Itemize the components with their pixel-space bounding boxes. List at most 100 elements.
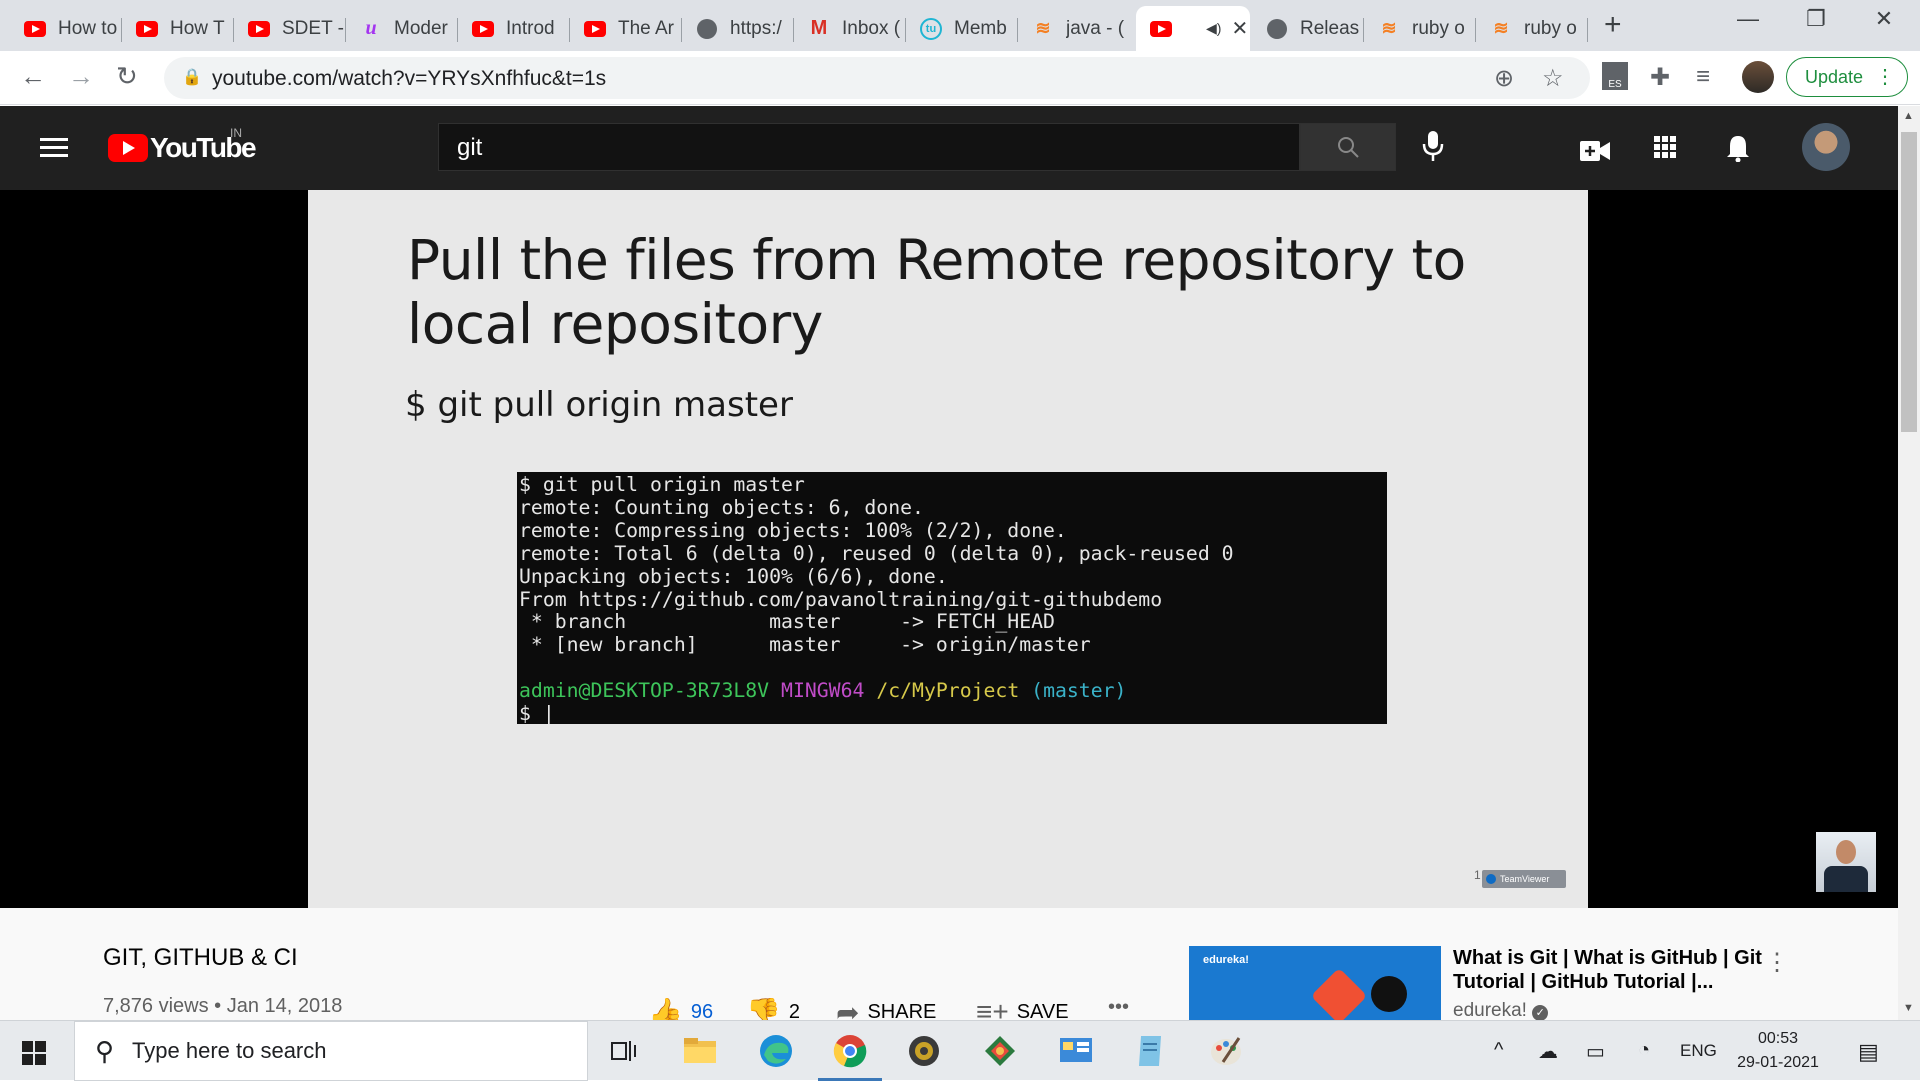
search-button[interactable] [1300,123,1396,171]
profile-avatar[interactable] [1742,61,1774,93]
file-explorer-icon[interactable] [680,1031,720,1071]
paint-app-icon[interactable] [1206,1031,1246,1071]
notifications-bell-icon[interactable] [1726,134,1750,169]
verified-check-icon: ✓ [1532,1005,1549,1021]
browser-tab[interactable]: ≋ ruby o [1476,6,1588,51]
browser-tab[interactable]: SDET - [234,6,346,51]
lock-icon[interactable]: 🔒 [182,67,202,87]
extensions-puzzle-icon[interactable]: ✚ [1650,63,1670,92]
meta-separator: • [208,995,227,1017]
more-actions-button[interactable]: ••• [1108,996,1129,1019]
prompt-branch: (master) [1031,679,1127,703]
browser-tab[interactable]: ≋ ruby o [1364,6,1476,51]
apps-grid-icon[interactable] [1654,136,1676,158]
youtube-logo[interactable]: YouTube IN [108,126,257,164]
browser-tab[interactable]: The Ar [570,6,682,51]
page-scrollbar[interactable]: ▲ ▼ [1898,106,1920,1020]
recommended-video-thumbnail[interactable]: edureka! [1189,946,1441,1020]
terminal-line: remote: Counting objects: 6, done. [519,495,924,519]
youtube-icon [24,18,46,40]
microphone-icon[interactable] [1422,130,1444,169]
onedrive-cloud-icon[interactable]: ☁ [1538,1039,1558,1064]
upload-date: Jan 14, 2018 [226,995,343,1017]
restore-button[interactable]: ❐ [1786,6,1846,32]
wifi-icon[interactable]: ◔ [1638,1039,1650,1062]
search-input[interactable]: git [438,123,1300,171]
extension-badge-label: ES [1608,79,1622,90]
clock-date: 29-01-2021 [1737,1054,1819,1071]
address-bar[interactable]: 🔒 youtube.com/watch?v=YRYsXnfhfuc&t=1s ⊕… [164,57,1590,99]
window-close-button[interactable]: ✕ [1854,6,1914,32]
reload-icon[interactable]: ↻ [116,61,138,92]
edge-browser-icon[interactable] [756,1031,796,1071]
speaker-icon[interactable]: ◀) [1206,20,1221,37]
notepad-app-icon[interactable] [1130,1031,1170,1071]
browser-tab[interactable]: Releas [1252,6,1364,51]
more-vert-icon[interactable]: ⋮ [1765,948,1789,977]
task-view-icon[interactable] [604,1031,644,1071]
youtube-header: YouTube IN git [0,106,1898,190]
close-icon[interactable]: ✕ [1231,16,1248,41]
terminal-line: $ git pull origin master [519,473,805,496]
update-button[interactable]: Update ⋮ [1786,57,1908,97]
battery-icon[interactable]: ▭ [1586,1039,1605,1064]
new-tab-button[interactable]: + [1604,8,1622,42]
tab-title: java - ( [1066,17,1125,39]
taskbar-search-box[interactable]: ⚲ Type here to search [74,1021,588,1081]
browser-tab[interactable]: M Inbox ( [794,6,906,51]
video-player[interactable]: Pull the files from Remote repository to… [0,190,1898,908]
youtube-icon [472,18,494,40]
teamviewer-badge: TeamViewer [1482,870,1566,888]
browser-tab[interactable]: Introd [458,6,570,51]
tab-title: Moder [394,17,448,39]
minimize-button[interactable]: — [1718,6,1778,32]
stackoverflow-icon: ≋ [1493,18,1509,38]
video-meta: 7,876 views • Jan 14, 2018 [103,995,342,1018]
show-hidden-icons-chevron[interactable]: ^ [1494,1039,1503,1062]
install-app-icon[interactable]: ⊕ [1494,64,1514,93]
browser-tab[interactable]: tu Memb [906,6,1018,51]
recommended-channel[interactable]: edureka! ✓ [1453,1000,1549,1022]
chrome-browser-icon[interactable] [818,1031,882,1081]
tab-title: Memb [954,17,1007,39]
system-clock[interactable]: 00:53 29-01-2021 [1718,1027,1838,1075]
view-count: 7,876 views [103,995,209,1017]
youtube-icon [136,18,158,40]
browser-tab[interactable]: https:/ [682,6,794,51]
bookmark-star-icon[interactable]: ☆ [1542,64,1564,93]
settings-gear-app-icon[interactable] [904,1031,944,1071]
browser-tab[interactable]: u Moder [346,6,458,51]
github-octocat-icon [1371,976,1407,1012]
git-logo-icon [1310,967,1368,1020]
clock-time: 00:53 [1757,1030,1799,1047]
tab-title: SDET - [282,17,344,39]
recommended-channel-name: edureka! [1453,1000,1527,1021]
media-queue-icon[interactable]: ≡ [1696,63,1710,91]
scroll-up-icon[interactable]: ▲ [1903,110,1914,122]
language-indicator[interactable]: ENG [1680,1041,1717,1061]
forward-icon[interactable]: → [68,61,94,92]
action-center-icon[interactable]: ▤ [1858,1039,1879,1065]
slide-command: $ git pull origin master [405,385,793,425]
browser-tab[interactable]: ≋ java - ( [1018,6,1130,51]
create-video-icon[interactable] [1580,136,1610,168]
browser-tab[interactable]: How to [10,6,122,51]
control-panel-icon[interactable] [1056,1031,1096,1071]
tab-title: How T [170,17,225,39]
browser-tab-active[interactable]: ◀) ✕ [1136,6,1250,51]
hamburger-menu-icon[interactable] [40,138,68,158]
recommended-video-title[interactable]: What is Git | What is GitHub | Git Tutor… [1453,946,1763,994]
account-avatar[interactable] [1802,123,1850,171]
windows-start-icon[interactable] [22,1041,46,1065]
extension-es-icon[interactable]: ES [1602,62,1628,90]
url-text[interactable]: youtube.com/watch?v=YRYsXnfhfuc&t=1s [212,67,606,91]
scroll-down-icon[interactable]: ▼ [1903,1002,1914,1014]
terminal-prompt: admin@DESKTOP-3R73L8V MINGW64 /c/MyProje… [519,679,1385,703]
colorful-app-icon[interactable] [980,1031,1020,1071]
scrollbar-thumb[interactable] [1901,132,1917,432]
presenter-webcam [1816,832,1876,892]
browser-tab[interactable]: How T [122,6,234,51]
back-icon[interactable]: ← [20,61,46,92]
terminal-line: From https://github.com/pavanoltraining/… [519,587,1163,611]
windows-taskbar: ⚲ Type here to search ^ ☁ ▭ ◔ ENG 00:53 … [0,1020,1920,1081]
